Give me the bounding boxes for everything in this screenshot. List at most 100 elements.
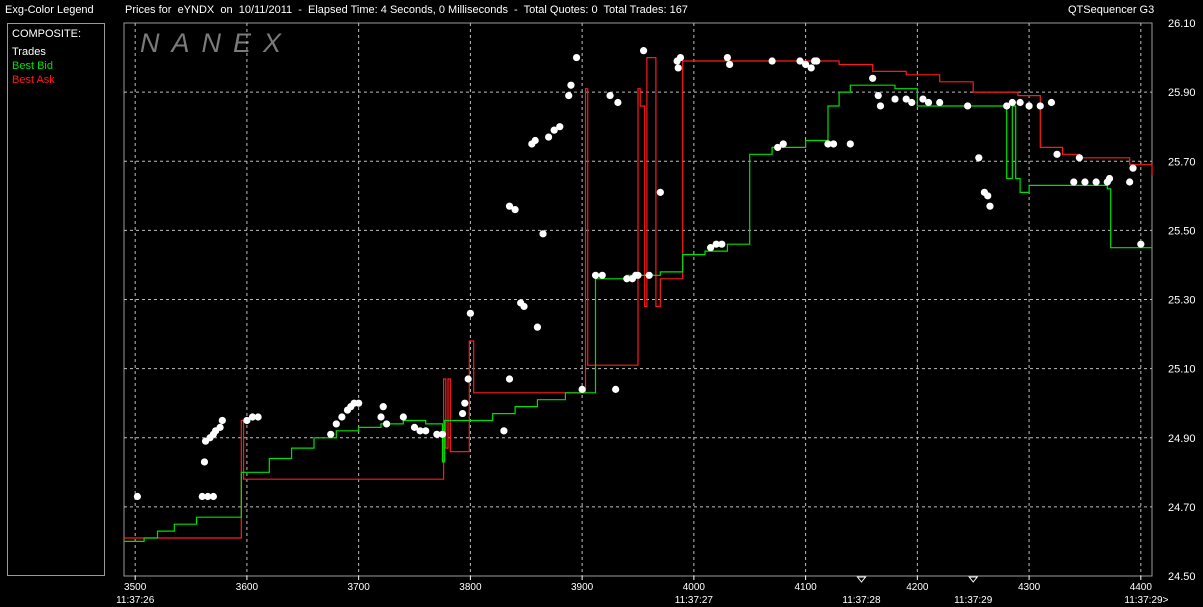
- trade-point: [572, 53, 581, 62]
- y-tick-label: 25.70: [1168, 156, 1196, 168]
- x-tick-label: 3600: [236, 582, 259, 593]
- time-tick-label: 11:37:27: [675, 595, 714, 606]
- y-tick-label: 25.90: [1168, 87, 1196, 99]
- trade-point: [656, 188, 664, 196]
- trade-point: [846, 140, 854, 148]
- trade-point: [975, 154, 983, 162]
- trade-point: [200, 458, 209, 466]
- nanex-watermark: NANEX: [140, 28, 293, 58]
- x-tick-label: 3800: [459, 582, 482, 593]
- trade-point: [511, 206, 519, 214]
- y-tick-label: 25.30: [1168, 295, 1196, 307]
- trade-point: [533, 323, 542, 331]
- time-tick-label: 11:37:26: [116, 595, 155, 606]
- trade-point: [332, 420, 340, 428]
- trade-point: [807, 64, 815, 72]
- trade-point: [218, 416, 226, 425]
- trade-point: [505, 375, 514, 383]
- trade-point: [984, 192, 992, 200]
- time-tick-label: 11:37:28: [842, 595, 881, 606]
- trade-point: [768, 57, 776, 65]
- trade-point: [461, 399, 469, 407]
- trade-point: [539, 230, 547, 238]
- x-tick-label: 3500: [124, 582, 147, 593]
- trade-point: [614, 98, 622, 107]
- trade-point: [591, 271, 600, 279]
- trade-point: [216, 423, 224, 431]
- trade-point: [779, 140, 787, 148]
- trade-point: [578, 385, 586, 393]
- trade-point: [355, 399, 363, 407]
- trade-point: [723, 53, 731, 62]
- trade-point: [1105, 174, 1114, 183]
- trade-point: [986, 202, 994, 210]
- y-tick-label: 24.50: [1168, 571, 1196, 583]
- y-tick-label: 24.70: [1168, 502, 1196, 514]
- trade-point: [639, 47, 648, 55]
- trade-point: [634, 271, 642, 279]
- x-tick-label: 4100: [794, 582, 817, 593]
- trade-point: [1047, 98, 1056, 107]
- y-tick-label: 24.90: [1168, 433, 1196, 445]
- trade-point: [674, 64, 682, 72]
- trade-point: [936, 98, 944, 107]
- trade-point: [382, 420, 391, 428]
- trade-point: [876, 102, 885, 110]
- trade-point: [1081, 178, 1089, 186]
- trade-point: [1053, 150, 1061, 158]
- x-tick-label: 4300: [1018, 582, 1041, 593]
- trade-point: [531, 136, 539, 145]
- trade-point: [464, 375, 472, 383]
- trade-point: [327, 430, 335, 438]
- trade-point: [874, 91, 882, 100]
- y-tick-label: 25.10: [1168, 364, 1196, 376]
- trade-point: [1008, 98, 1016, 107]
- x-tick-label: 3900: [571, 582, 594, 593]
- time-marker-icon: [856, 576, 867, 583]
- time-tick-label: 11:37:29>: [1124, 595, 1168, 606]
- trade-point: [520, 302, 528, 311]
- time-marker-icon: [968, 576, 979, 583]
- trade-point: [1036, 102, 1044, 110]
- trade-point: [466, 309, 474, 317]
- trade-point: [133, 492, 142, 501]
- trade-point: [1025, 102, 1033, 110]
- trade-point: [869, 74, 877, 82]
- trade-point: [718, 240, 726, 248]
- trade-point: [438, 430, 447, 438]
- x-tick-label: 4400: [1130, 582, 1153, 593]
- trade-point: [379, 403, 387, 411]
- trade-point: [612, 385, 620, 393]
- trade-point: [1075, 154, 1083, 162]
- trade-point: [458, 409, 467, 418]
- y-axis: 26.10 25.90 25.70 25.50 25.30 25.10 24.90 24.70…: [1168, 18, 1196, 583]
- trade-point: [209, 492, 217, 501]
- trade-point: [676, 53, 685, 62]
- trade-point: [338, 413, 346, 421]
- x-axis: 3500 3600 3700 3800 3900 4000 4100 4200 4300 4400…: [116, 576, 1169, 606]
- trade-point: [567, 81, 575, 89]
- trade-point: [891, 95, 899, 103]
- trade-point: [606, 91, 614, 100]
- trade-point: [964, 102, 972, 110]
- trade-point: [1070, 178, 1078, 186]
- trade-point: [1126, 178, 1134, 186]
- trade-point: [565, 91, 573, 100]
- x-tick-label: 4200: [906, 582, 929, 593]
- trade-point: [1137, 240, 1145, 248]
- x-tick-label: 3700: [348, 582, 371, 593]
- trade-point: [1129, 164, 1137, 172]
- price-chart[interactable]: NANEX 26.10 25.90 25.70 25.50 25.30 25.10 24.9…: [0, 0, 1203, 607]
- x-tick-label: 4000: [683, 582, 706, 593]
- trade-point: [254, 413, 262, 421]
- trade-point: [422, 427, 430, 435]
- trade-point: [645, 271, 653, 279]
- time-tick-label: 11:37:29: [954, 595, 993, 606]
- trade-point: [377, 413, 385, 421]
- trade-point: [813, 57, 821, 65]
- y-tick-label: 25.50: [1168, 225, 1196, 237]
- trade-point: [1092, 178, 1100, 186]
- trade-point: [908, 98, 916, 107]
- trade-point: [545, 133, 553, 141]
- trade-point: [924, 98, 933, 107]
